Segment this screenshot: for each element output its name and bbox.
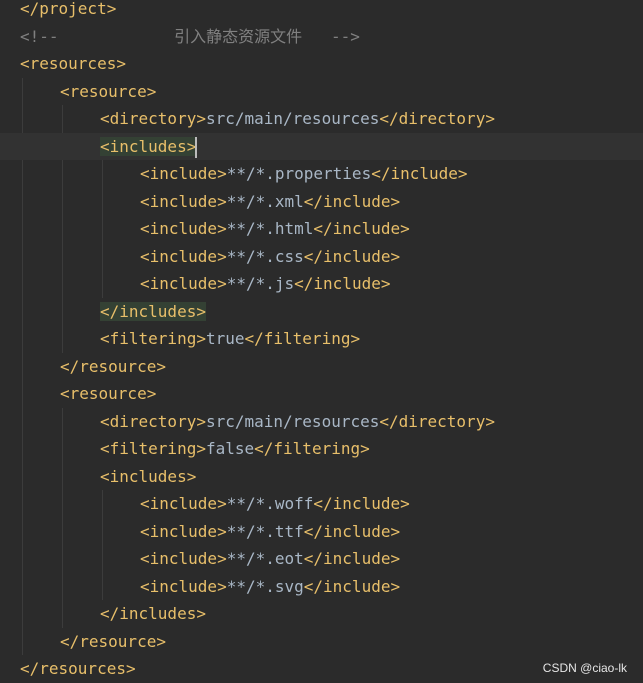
xml-tag: </resources>: [20, 659, 136, 678]
xml-text: **/*.svg: [226, 576, 304, 596]
xml-tag: <resources>: [20, 54, 126, 73]
xml-text: src/main/resources: [205, 109, 380, 128]
xml-tag: <include>: [140, 191, 227, 211]
code-line[interactable]: <include>**/*.properties</include>: [0, 160, 643, 187]
xml-tag: </include>: [303, 549, 401, 568]
xml-comment: -->: [331, 26, 360, 46]
xml-text: **/*.js: [226, 274, 295, 293]
xml-tag: </include>: [303, 246, 401, 266]
xml-tag: <directory>: [100, 411, 206, 431]
xml-tag: <include>: [140, 219, 227, 238]
code-line[interactable]: </resource>: [0, 353, 643, 380]
xml-tag: </project>: [20, 0, 117, 18]
code-line[interactable]: </resource>: [0, 628, 643, 655]
xml-tag: <filtering>: [100, 439, 206, 458]
xml-tag: </resource>: [60, 631, 166, 651]
xml-tag: <include>: [140, 521, 227, 541]
code-line[interactable]: <filtering>false</filtering>: [0, 435, 643, 462]
xml-tag: <include>: [140, 274, 227, 293]
xml-tag: </include>: [294, 274, 391, 293]
xml-tag: </include>: [313, 219, 410, 238]
code-line[interactable]: <include>**/*.html</include>: [0, 215, 643, 242]
code-line[interactable]: <filtering>true</filtering>: [0, 325, 643, 352]
code-line[interactable]: <resource>: [0, 78, 643, 105]
code-line[interactable]: <includes>: [0, 463, 643, 490]
xml-tag: <directory>: [100, 109, 206, 128]
code-line[interactable]: <include>**/*.ttf</include>: [0, 518, 643, 545]
watermark: CSDN @ciao-lk: [542, 661, 627, 675]
xml-tag: </filtering>: [244, 329, 361, 348]
xml-tag: <include>: [140, 576, 227, 596]
xml-comment: <!--: [20, 26, 59, 46]
code-line[interactable]: <!-- 引入静态资源文件 -->: [0, 23, 643, 50]
xml-tag: </filtering>: [254, 439, 370, 458]
xml-tag: </resource>: [60, 356, 166, 376]
xml-tag: <includes>: [100, 466, 197, 486]
xml-tag: <include>: [140, 494, 227, 513]
xml-tag: </include>: [303, 521, 401, 541]
code-line[interactable]: <directory>src/main/resources</directory…: [0, 105, 643, 132]
code-line[interactable]: </project>: [0, 0, 643, 22]
code-line[interactable]: <include>**/*.css</include>: [0, 243, 643, 270]
xml-tag: </include>: [313, 494, 410, 513]
xml-text: **/*.eot: [226, 549, 304, 568]
xml-text: **/*.css: [226, 246, 304, 266]
xml-tag: <include>: [140, 246, 227, 266]
code-line[interactable]: <directory>src/main/resources</directory…: [0, 408, 643, 435]
code-line[interactable]: </includes>: [0, 298, 643, 325]
xml-tag: </include>: [303, 191, 401, 211]
xml-text: **/*.html: [226, 219, 314, 238]
code-line[interactable]: </includes>: [0, 600, 643, 627]
xml-tag: <include>: [140, 164, 227, 183]
xml-tag: </directory>: [379, 411, 495, 431]
xml-comment: 引入静态资源文件: [58, 26, 332, 46]
code-line-current[interactable]: <includes>: [0, 132, 643, 160]
xml-text: **/*.ttf: [226, 521, 304, 541]
xml-tag: <include>: [140, 549, 227, 568]
code-line[interactable]: <resources>: [0, 50, 643, 77]
xml-tag: <includes>: [100, 136, 197, 156]
xml-tag: </include>: [371, 164, 468, 183]
text-caret: [195, 136, 198, 158]
xml-text: false: [205, 439, 255, 458]
code-line[interactable]: <include>**/*.svg</include>: [0, 573, 643, 600]
xml-text: **/*.xml: [226, 191, 304, 211]
xml-tag: </include>: [303, 576, 401, 596]
xml-text: **/*.properties: [226, 164, 372, 183]
xml-tag: </directory>: [379, 109, 495, 128]
xml-tag: <filtering>: [100, 329, 206, 348]
code-line[interactable]: <include>**/*.woff</include>: [0, 490, 643, 517]
xml-tag: <resource>: [60, 384, 157, 403]
xml-tag: <resource>: [60, 81, 157, 101]
xml-text: true: [205, 329, 245, 348]
xml-text: src/main/resources: [205, 411, 380, 431]
code-line[interactable]: <resource>: [0, 380, 643, 407]
xml-tag: </includes>: [100, 604, 206, 623]
code-line[interactable]: <include>**/*.eot</include>: [0, 545, 643, 572]
code-line[interactable]: <include>**/*.js</include>: [0, 270, 643, 297]
xml-text: **/*.woff: [226, 494, 314, 513]
xml-tag: </includes>: [100, 301, 206, 321]
code-line[interactable]: <include>**/*.xml</include>: [0, 188, 643, 215]
code-editor[interactable]: </project> <!-- 引入静态资源文件 --> <resources> <r…: [0, 0, 643, 683]
